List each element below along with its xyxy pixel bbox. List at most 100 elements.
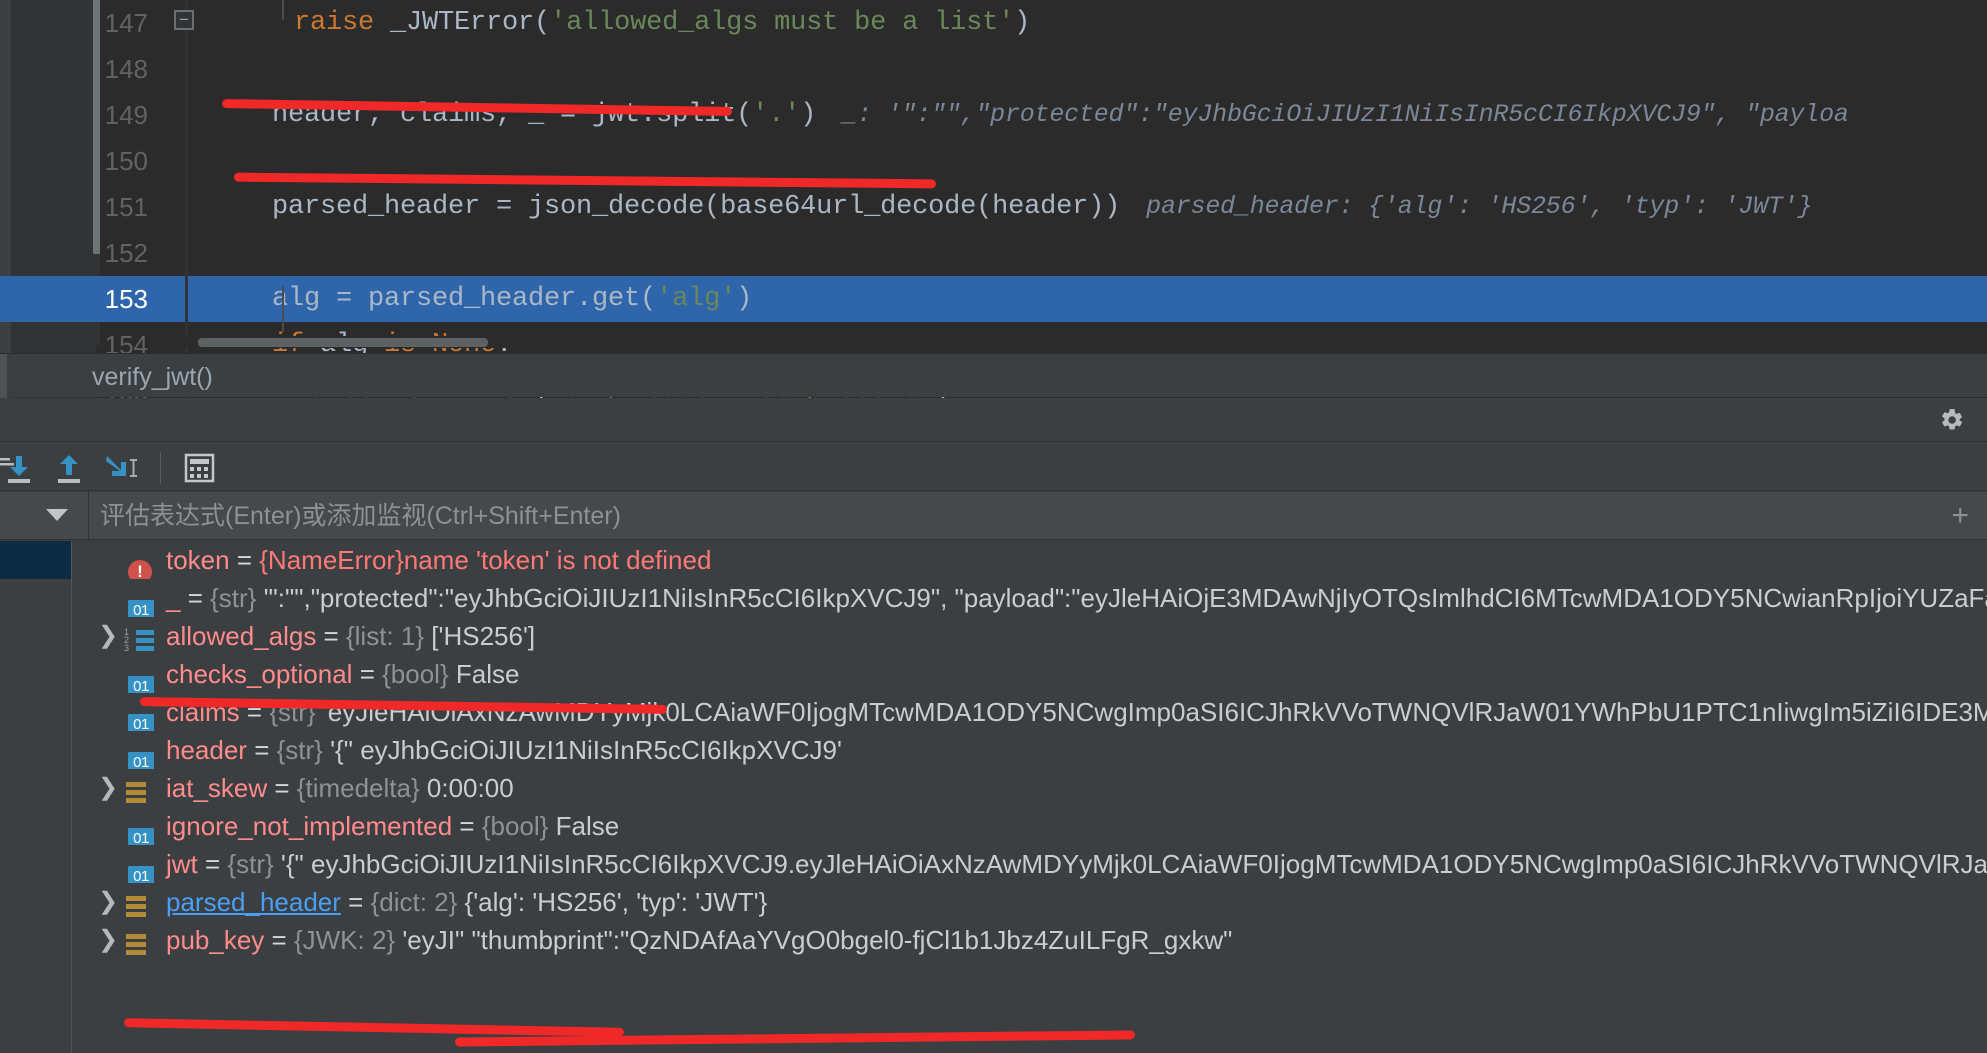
gutter-divider <box>185 276 188 322</box>
variable-name[interactable]: jwt <box>166 849 198 879</box>
breadcrumb-method[interactable]: verify_jwt() <box>92 363 213 392</box>
add-watch-icon[interactable]: + <box>1951 501 1969 531</box>
code-line-150[interactable]: 150 <box>0 138 1987 184</box>
code-line-147[interactable]: 147 raise _JWTError('allowed_algs must be… <box>0 0 1987 46</box>
primitive-type-icon: 01 <box>128 663 154 693</box>
variable-row[interactable]: ❯ iat_skew = {timedelta} 0:00:00 <box>0 769 1987 807</box>
variable-name[interactable]: token <box>166 545 230 575</box>
variable-value: '{" eyJhbGciOiJIUzI1NiIsInR5cCI6IkpXVCJ9… <box>280 849 1987 879</box>
variable-text: claims = {str} 'eyJleHAiOiAxNzAwMDYyMjk0… <box>166 693 1987 731</box>
variable-type: {str} <box>269 697 316 727</box>
variable-value: 'eyJleHAiOiAxNzAwMDYyMjk0LCAiaWF0IjogMTc… <box>322 697 1987 727</box>
variable-text: allowed_algs = {list: 1} ['HS256'] <box>166 617 535 655</box>
step-out-icon[interactable] <box>50 451 90 485</box>
variable-value: '":"","protected":"eyJhbGciOiJIUzI1NiIsI… <box>263 583 1987 613</box>
object-type-icon <box>126 929 152 955</box>
variable-text: parsed_header = {dict: 2} {'alg': 'HS256… <box>166 883 767 921</box>
breadcrumb-left-tick <box>0 354 7 398</box>
variable-equals: = <box>180 583 211 613</box>
variable-type: {timedelta} <box>296 773 420 803</box>
chevron-right-icon[interactable]: ❯ <box>98 921 118 959</box>
variable-name[interactable]: pub_key <box>166 925 264 955</box>
variables-tree[interactable]: ! token = {NameError}name 'token' is not … <box>0 541 1987 1053</box>
variable-text: _ = {str} '":"","protected":"eyJhbGciOiJ… <box>166 579 1987 617</box>
variable-value: False <box>455 659 520 689</box>
variable-equals: = <box>352 659 383 689</box>
toolbar-separator <box>160 452 161 484</box>
variable-value: '{" eyJhbGciOiJIUzI1NiIsInR5cCI6IkpXVCJ9… <box>330 735 842 765</box>
evaluate-expression-icon[interactable] <box>182 451 222 485</box>
editor-hscrollbar-thumb[interactable] <box>198 338 488 347</box>
variable-row[interactable]: ❯ 1 2 3 allowed_algs = {list: 1} ['HS256'] <box>0 617 1987 655</box>
variable-name[interactable]: _ <box>166 583 180 613</box>
line-number: 147 <box>104 8 148 38</box>
variable-row[interactable]: ! token = {NameError}name 'token' is not … <box>0 541 1987 579</box>
variable-type: {JWK: 2} <box>293 925 396 955</box>
gear-icon[interactable] <box>1939 407 1965 433</box>
chevron-down-icon[interactable] <box>46 509 68 521</box>
evaluate-expression-bar[interactable]: + <box>0 492 1987 540</box>
primitive-type-icon: 01 <box>128 853 154 883</box>
chevron-right-icon[interactable]: ❯ <box>98 769 118 807</box>
code-line-149[interactable]: 149 header, claims, _ = jwt.split('.') _: … <box>0 92 1987 138</box>
variable-row[interactable]: 01 claims = {str} 'eyJleHAiOiAxNzAwMDYyMj… <box>0 693 1987 731</box>
code-line-148[interactable]: 148 <box>0 46 1987 92</box>
primitive-type-icon: 01 <box>128 739 154 769</box>
variable-name[interactable]: claims <box>166 697 240 727</box>
variable-row[interactable]: ❯ pub_key = {JWK: 2} 'eyJI" "thumbprint":… <box>0 921 1987 959</box>
evaluate-expression-input[interactable] <box>100 492 1900 540</box>
line-number: 151 <box>104 192 148 222</box>
variable-row[interactable]: 01 jwt = {str} '{" eyJhbGciOiJIUzI1NiIsIn… <box>0 845 1987 883</box>
primitive-type-icon: 01 <box>128 701 154 731</box>
chevron-right-icon[interactable]: ❯ <box>98 617 118 655</box>
variable-name[interactable]: parsed_header <box>166 887 341 917</box>
variable-name[interactable]: ignore_not_implemented <box>166 811 452 841</box>
variable-text: iat_skew = {timedelta} 0:00:00 <box>166 769 514 807</box>
debugger-toolbar <box>0 443 1987 491</box>
variable-value: {'alg': 'HS256', 'typ': 'JWT'} <box>464 887 768 917</box>
chevron-right-icon[interactable]: ❯ <box>98 883 118 921</box>
variable-row[interactable]: 01 _ = {str} '":"","protected":"eyJhbGciO… <box>0 579 1987 617</box>
list-type-icon: 123 <box>124 625 154 653</box>
variable-equals: = <box>316 621 346 651</box>
variables-rows: ! token = {NameError}name 'token' is not … <box>0 541 1987 959</box>
code-line-153[interactable]: 153 alg = parsed_header.get('alg') <box>0 276 1987 322</box>
variable-row[interactable]: 01 ignore_not_implemented = {bool} False <box>0 807 1987 845</box>
line-number: 152 <box>104 238 148 268</box>
line-number: 149 <box>104 100 148 130</box>
variable-row[interactable]: 01 header = {str} '{" eyJhbGciOiJIUzI1NiI… <box>0 731 1987 769</box>
gutter-divider <box>185 184 188 230</box>
variable-name[interactable]: iat_skew <box>166 773 267 803</box>
code-text: header, claims, _ = jwt.split('.') _: '":… <box>272 100 1849 130</box>
step-into-icon[interactable] <box>0 451 40 485</box>
variable-value: False <box>555 811 620 841</box>
variable-type: {str} <box>227 849 274 879</box>
variable-type: {bool} <box>382 659 449 689</box>
object-type-icon <box>126 777 152 803</box>
variable-name[interactable]: checks_optional <box>166 659 352 689</box>
code-text: alg = parsed_header.get('alg') <box>272 284 753 314</box>
code-line-152[interactable]: 152 <box>0 230 1987 276</box>
code-line-151[interactable]: 151 parsed_header = json_decode(base64url… <box>0 184 1987 230</box>
force-step-into-icon[interactable] <box>100 451 140 485</box>
variable-type: {list: 1} <box>345 621 425 651</box>
code-text: raise _JWTError('allowed_algs must be a … <box>294 8 1031 38</box>
gutter-divider <box>185 46 188 92</box>
breadcrumb-bar: verify_jwt() <box>0 353 1987 398</box>
variable-equals: = <box>267 773 297 803</box>
variable-name[interactable]: allowed_algs <box>166 621 316 651</box>
code-editor[interactable]: 147 raise _JWTError('allowed_algs must be… <box>0 0 1987 460</box>
variable-equals: = <box>197 849 228 879</box>
indent-guide <box>282 286 284 332</box>
inline-debug-hint: parsed_header: {'alg': 'HS256', 'typ': '… <box>1146 192 1813 221</box>
code-lines: 147 raise _JWTError('allowed_algs must be… <box>0 0 1987 460</box>
variable-text: ignore_not_implemented = {bool} False <box>166 807 619 845</box>
variable-type: {str} <box>210 583 257 613</box>
variable-equals: = <box>246 735 277 765</box>
primitive-type-icon: 01 <box>128 587 154 617</box>
variable-name[interactable]: header <box>166 735 247 765</box>
variable-row[interactable]: 01 checks_optional = {bool} False <box>0 655 1987 693</box>
code-fold-icon[interactable]: − <box>174 10 194 30</box>
variable-row[interactable]: ❯ parsed_header = {dict: 2} {'alg': 'HS25… <box>0 883 1987 921</box>
error-icon: ! <box>128 549 154 579</box>
